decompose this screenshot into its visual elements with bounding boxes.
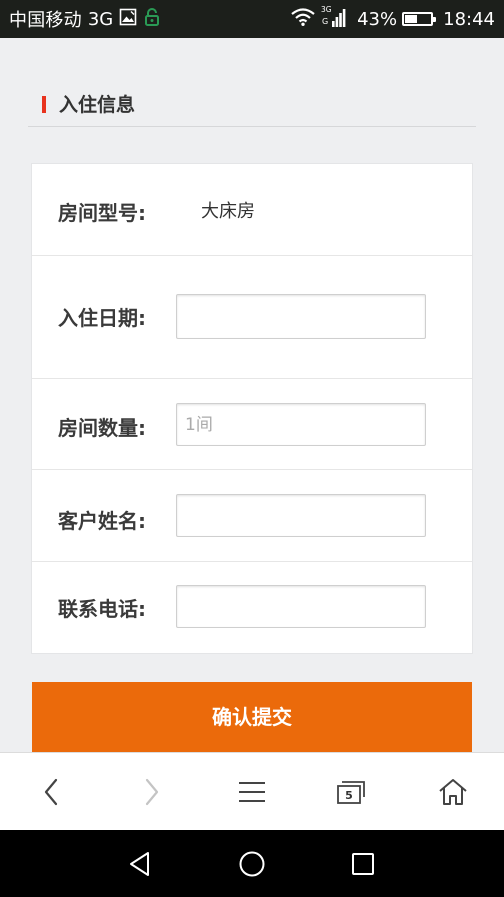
image-notification-icon (119, 8, 137, 31)
status-bar: 中国移动 3G 3G G 43% 18:44 (0, 0, 504, 38)
section-title: 入住信息 (59, 94, 136, 116)
phone-input[interactable] (176, 585, 426, 628)
forward-icon (145, 778, 159, 806)
nav-back-button[interactable] (100, 830, 180, 897)
nav-recents-button[interactable] (323, 830, 403, 897)
network-type: 3G (87, 8, 114, 30)
room-type-label: 房间型号: (58, 201, 146, 225)
phone-row: 联系电话: (32, 562, 472, 654)
menu-button[interactable] (202, 753, 302, 831)
checkin-date-input[interactable] (176, 294, 426, 339)
carrier-name: 中国移动 (9, 10, 82, 31)
back-icon (44, 778, 58, 806)
nav-back-icon (130, 851, 149, 876)
phone-label: 联系电话: (58, 597, 146, 621)
nav-recents-icon (352, 852, 374, 875)
battery-percent: 43% (357, 8, 398, 30)
room-type-value: 大床房 (201, 201, 255, 222)
battery-icon (402, 12, 437, 26)
checkin-date-row: 入住日期: (32, 256, 472, 379)
signal-3g-label: 3G (321, 5, 332, 14)
back-button[interactable] (2, 753, 102, 831)
nav-home-button[interactable] (212, 830, 292, 897)
tabs-icon: 5 (337, 781, 365, 804)
room-type-row: 房间型号: 大床房 (32, 164, 472, 256)
home-button[interactable] (403, 753, 503, 831)
clock: 18:44 (443, 8, 495, 30)
checkin-form: 房间型号: 大床房 入住日期: 房间数量: 客户姓名: 联系电话: (31, 163, 473, 654)
room-count-input[interactable] (176, 403, 426, 446)
menu-icon (239, 782, 265, 802)
forward-button[interactable] (101, 753, 201, 831)
browser-toolbar: 5 (0, 752, 504, 830)
section-header: 入住信息 (28, 82, 476, 127)
tab-count: 5 (345, 789, 353, 802)
section-accent-bar (42, 96, 46, 113)
wifi-icon (291, 7, 315, 31)
customer-name-input[interactable] (176, 494, 426, 537)
nav-home-icon (239, 851, 265, 876)
room-count-row: 房间数量: (32, 379, 472, 470)
customer-name-row: 客户姓名: (32, 470, 472, 562)
room-count-label: 房间数量: (58, 416, 146, 440)
tabs-button[interactable]: 5 (302, 753, 402, 831)
lock-notification-icon (143, 7, 161, 32)
home-icon (439, 779, 467, 805)
submit-button[interactable]: 确认提交 (32, 682, 472, 754)
customer-name-label: 客户姓名: (58, 509, 146, 533)
system-nav-bar (0, 830, 504, 897)
signal-icon: 3G G (321, 4, 347, 35)
checkin-date-label: 入住日期: (58, 306, 146, 330)
battery-level-fill (405, 15, 417, 23)
svg-text:G: G (322, 17, 328, 26)
